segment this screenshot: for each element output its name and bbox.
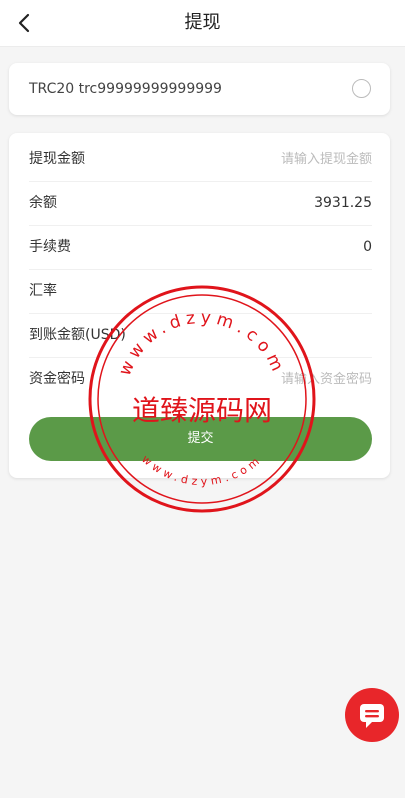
chat-button[interactable] (345, 688, 399, 742)
balance-value: 3931.25 (314, 195, 372, 211)
chat-icon (345, 688, 399, 742)
submit-button[interactable]: 提交 (29, 417, 372, 461)
row-amount: 提现金额 (29, 137, 372, 182)
back-icon (10, 8, 40, 38)
row-fee: 手续费 0 (29, 225, 372, 270)
row-rate: 汇率 (29, 269, 372, 314)
withdraw-page: 提现 TRC20 trc99999999999999 提现金额 余额 3931.… (0, 0, 405, 798)
rate-label: 汇率 (29, 283, 57, 299)
address-label: TRC20 trc99999999999999 (29, 81, 222, 97)
address-radio[interactable] (352, 79, 371, 98)
header-bar: 提现 (0, 0, 405, 47)
fee-label: 手续费 (29, 239, 71, 255)
password-label: 资金密码 (29, 371, 85, 387)
withdraw-form: 提现金额 余额 3931.25 手续费 0 汇率 到账金额(USD) 资金密码 … (9, 133, 390, 478)
row-password: 资金密码 (29, 357, 372, 401)
row-balance: 余额 3931.25 (29, 181, 372, 226)
row-received: 到账金额(USD) (29, 313, 372, 358)
amount-input[interactable] (172, 147, 372, 171)
address-card[interactable]: TRC20 trc99999999999999 (9, 63, 390, 115)
fee-value: 0 (363, 239, 372, 255)
balance-label: 余额 (29, 195, 57, 211)
received-label: 到账金额(USD) (29, 327, 126, 343)
amount-label: 提现金额 (29, 151, 85, 167)
password-input[interactable] (172, 367, 372, 391)
back-button[interactable] (10, 8, 40, 38)
page-title: 提现 (184, 12, 221, 33)
